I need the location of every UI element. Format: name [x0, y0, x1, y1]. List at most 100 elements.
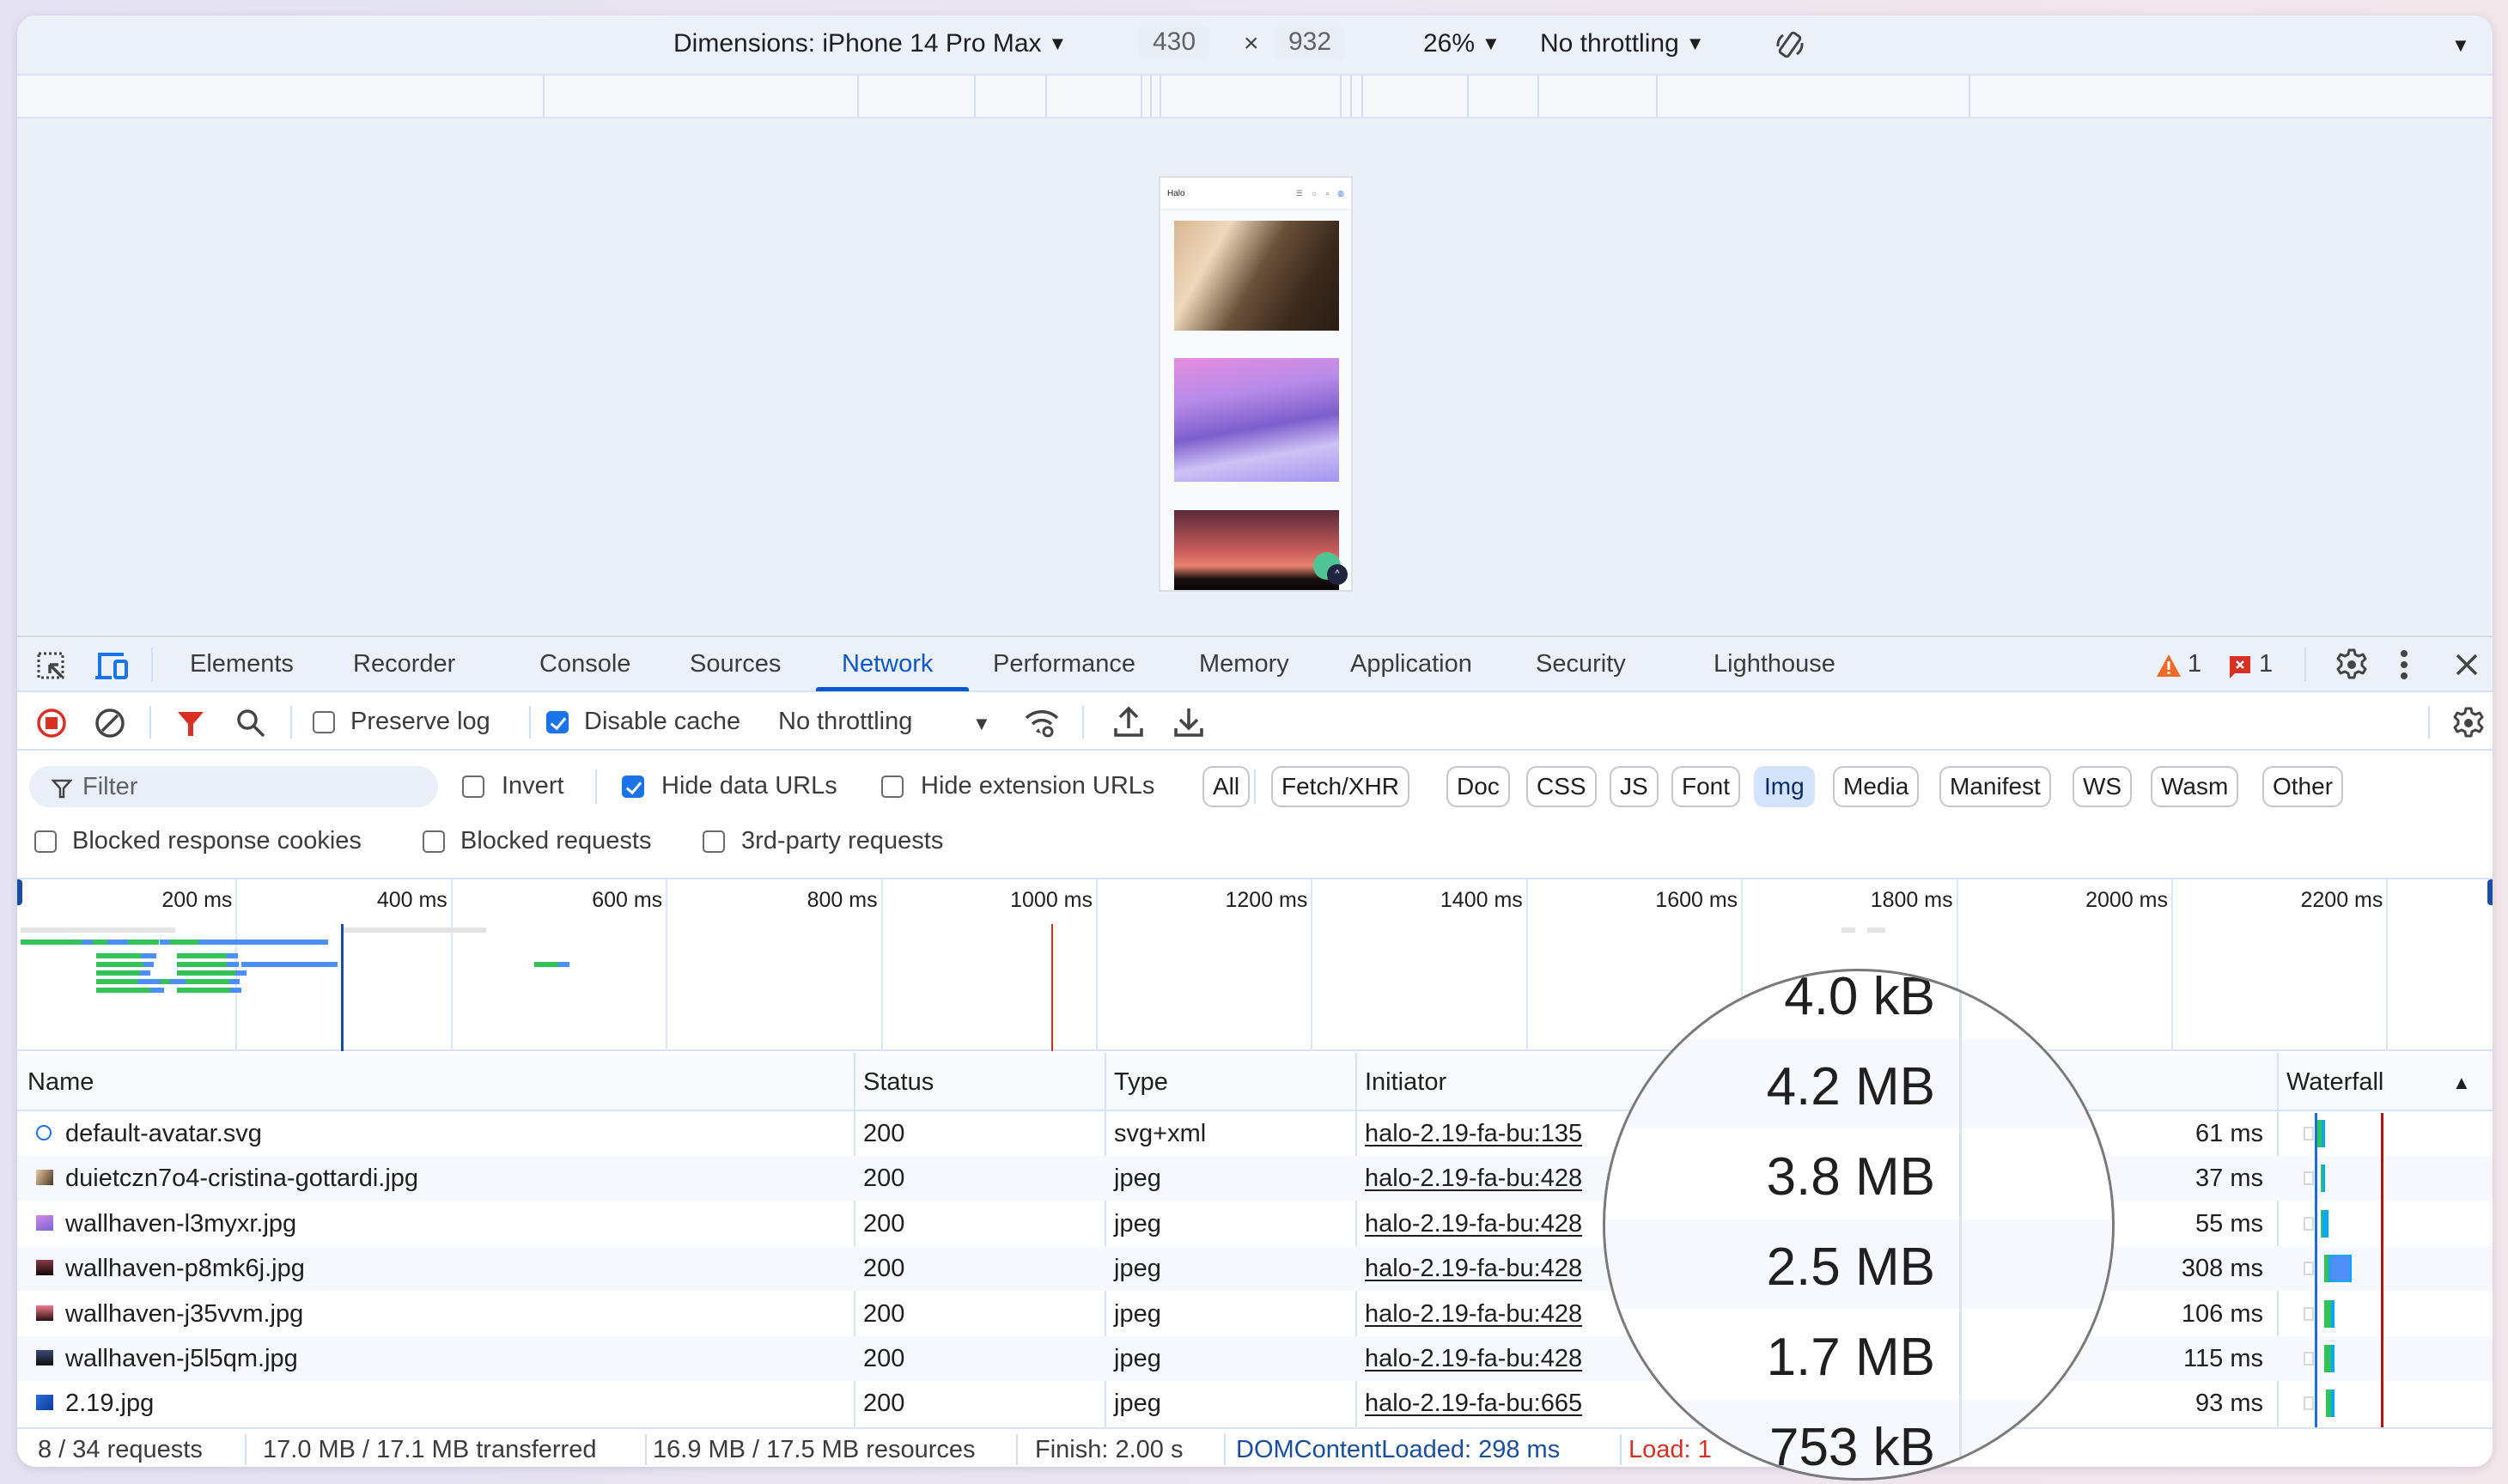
warnings-count[interactable]: 1	[2188, 650, 2201, 678]
tab-recorder[interactable]: Recorder	[353, 650, 455, 678]
errors-count[interactable]: 1	[2259, 650, 2273, 678]
request-initiator-link[interactable]: halo-2.19-fa-bu:665	[1365, 1390, 1582, 1418]
preserve-log-label[interactable]: Preserve log	[350, 708, 490, 736]
chip-img[interactable]: Img	[1754, 766, 1815, 807]
chip-all[interactable]: All	[1202, 766, 1251, 807]
search-icon[interactable]	[235, 708, 266, 745]
blocked-response-cookies-checkbox[interactable]	[34, 830, 57, 853]
overview-range-handle-left[interactable]	[17, 879, 22, 905]
post-image-sunset-mountains[interactable]	[1174, 510, 1339, 590]
tab-console[interactable]: Console	[539, 650, 630, 678]
clear-icon[interactable]	[94, 708, 125, 745]
overview-range-handle-right[interactable]	[2487, 879, 2493, 905]
blocked-requests-checkbox[interactable]	[423, 830, 445, 853]
column-header-type[interactable]: Type	[1114, 1068, 1168, 1097]
table-row[interactable]: duietczn7o4-cristina-gottardi.jpg 200 jpeg…	[17, 1156, 2493, 1201]
tab-elements[interactable]: Elements	[190, 650, 294, 678]
waterfall-queue-bar	[2304, 1352, 2314, 1365]
chip-css[interactable]: CSS	[1526, 766, 1597, 807]
zoom-select[interactable]: 26% ▼	[1423, 29, 1501, 58]
viewport-width-input[interactable]: 430	[1139, 26, 1210, 58]
rotate-icon[interactable]	[1773, 27, 1807, 69]
request-initiator-link[interactable]: halo-2.19-fa-bu:135	[1365, 1120, 1582, 1148]
chip-fetch-xhr[interactable]: Fetch/XHR	[1271, 766, 1409, 807]
close-devtools-icon[interactable]	[2455, 653, 2479, 684]
hide-extension-urls-label[interactable]: Hide extension URLs	[921, 772, 1154, 800]
chip-manifest[interactable]: Manifest	[1939, 766, 2051, 807]
chip-doc[interactable]: Doc	[1446, 766, 1510, 807]
invert-checkbox[interactable]	[462, 775, 484, 798]
overview-request-bar	[141, 953, 156, 958]
device-menu-chevron-icon[interactable]: ▼	[2451, 34, 2470, 57]
disable-cache-checkbox[interactable]	[546, 711, 569, 733]
chip-wasm[interactable]: Wasm	[2151, 766, 2239, 807]
viewport-height-input[interactable]: 932	[1275, 26, 1346, 58]
filter-input[interactable]: Filter	[29, 766, 438, 807]
back-to-top-button[interactable]: ^	[1327, 564, 1348, 585]
search-icon[interactable]: ⌕	[1325, 189, 1330, 198]
sun-icon[interactable]: ☼	[1311, 189, 1318, 198]
request-initiator-link[interactable]: halo-2.19-fa-bu:428	[1365, 1345, 1582, 1373]
table-row[interactable]: wallhaven-j35vvm.jpg 200 jpeg halo-2.19-fa-…	[17, 1292, 2493, 1336]
third-party-requests-checkbox[interactable]	[703, 830, 725, 853]
request-initiator-link[interactable]: halo-2.19-fa-bu:428	[1365, 1165, 1582, 1193]
filter-funnel-icon[interactable]	[177, 709, 204, 744]
record-stop-icon[interactable]	[36, 708, 67, 745]
column-header-name[interactable]: Name	[27, 1068, 94, 1097]
third-party-requests-label[interactable]: 3rd-party requests	[741, 827, 943, 855]
post-image-mountain-clouds[interactable]	[1174, 221, 1339, 331]
request-initiator-link[interactable]: halo-2.19-fa-bu:428	[1365, 1255, 1582, 1283]
request-initiator-link[interactable]: halo-2.19-fa-bu:428	[1365, 1300, 1582, 1329]
inspect-element-icon[interactable]	[36, 651, 67, 689]
settings-gear-icon[interactable]	[2335, 648, 2369, 689]
chip-js[interactable]: JS	[1610, 766, 1659, 807]
tab-application[interactable]: Application	[1350, 650, 1472, 678]
preserve-log-checkbox[interactable]	[313, 711, 335, 733]
export-har-icon[interactable]	[1173, 706, 1204, 745]
table-row[interactable]: wallhaven-p8mk6j.jpg 200 jpeg halo-2.19-fa-…	[17, 1246, 2493, 1292]
network-settings-gear-icon[interactable]	[2451, 706, 2486, 747]
error-icon[interactable]	[2228, 654, 2252, 687]
blocked-response-cookies-label[interactable]: Blocked response cookies	[72, 827, 362, 855]
menu-icon[interactable]: ☰	[1296, 189, 1303, 198]
column-header-waterfall[interactable]: Waterfall	[2286, 1068, 2383, 1097]
device-throttling-select[interactable]: No throttling ▼	[1540, 29, 1705, 58]
network-overview-timeline[interactable]: 200 ms 400 ms 600 ms 800 ms 1000 ms 1200 ms 14…	[17, 878, 2493, 1051]
table-row[interactable]: default-avatar.svg 200 svg+xml halo-2.19-fa…	[17, 1111, 2493, 1156]
tab-memory[interactable]: Memory	[1199, 650, 1289, 678]
chip-ws[interactable]: WS	[2073, 766, 2133, 807]
hide-data-urls-checkbox[interactable]	[622, 775, 644, 798]
column-header-status[interactable]: Status	[863, 1068, 934, 1097]
invert-label[interactable]: Invert	[502, 772, 564, 800]
sort-ascending-icon[interactable]: ▲	[2452, 1072, 2471, 1094]
emulated-page[interactable]: Halo ☰ ☼ ⌕ ◍ ^	[1159, 176, 1353, 592]
tab-performance[interactable]: Performance	[993, 650, 1135, 678]
post-image-snow-cabin[interactable]	[1174, 358, 1339, 482]
tab-security[interactable]: Security	[1536, 650, 1626, 678]
chevron-down-icon[interactable]: ▼	[972, 713, 991, 735]
blocked-requests-label[interactable]: Blocked requests	[460, 827, 651, 855]
globe-icon[interactable]: ◍	[1337, 189, 1344, 198]
tab-sources[interactable]: Sources	[690, 650, 781, 678]
hide-data-urls-label[interactable]: Hide data URLs	[661, 772, 837, 800]
tab-network[interactable]: Network	[842, 650, 933, 678]
table-row[interactable]: 2.19.jpg 200 jpeg halo-2.19-fa-bu:665 93 ms	[17, 1381, 2493, 1426]
chip-other[interactable]: Other	[2262, 766, 2344, 807]
network-conditions-icon[interactable]	[1024, 708, 1062, 745]
more-options-icon[interactable]	[2399, 649, 2409, 687]
warning-icon[interactable]	[2155, 653, 2182, 685]
table-row[interactable]: wallhaven-j5l5qm.jpg 200 jpeg halo-2.19-fa-…	[17, 1336, 2493, 1381]
request-initiator-link[interactable]: halo-2.19-fa-bu:428	[1365, 1210, 1582, 1238]
network-throttling-select[interactable]: No throttling	[778, 708, 912, 736]
column-header-initiator[interactable]: Initiator	[1365, 1068, 1446, 1097]
table-row[interactable]: wallhaven-l3myxr.jpg 200 jpeg halo-2.19-fa-…	[17, 1201, 2493, 1246]
device-dimensions-select[interactable]: Dimensions: iPhone 14 Pro Max ▼	[673, 29, 1067, 58]
device-toggle-icon[interactable]	[94, 651, 131, 689]
chip-media[interactable]: Media	[1833, 766, 1920, 807]
import-har-icon[interactable]	[1113, 706, 1144, 745]
overview-request-bar	[198, 940, 329, 945]
hide-extension-urls-checkbox[interactable]	[881, 775, 904, 798]
disable-cache-label[interactable]: Disable cache	[584, 708, 740, 736]
tab-lighthouse[interactable]: Lighthouse	[1714, 650, 1835, 678]
chip-font[interactable]: Font	[1671, 766, 1741, 807]
